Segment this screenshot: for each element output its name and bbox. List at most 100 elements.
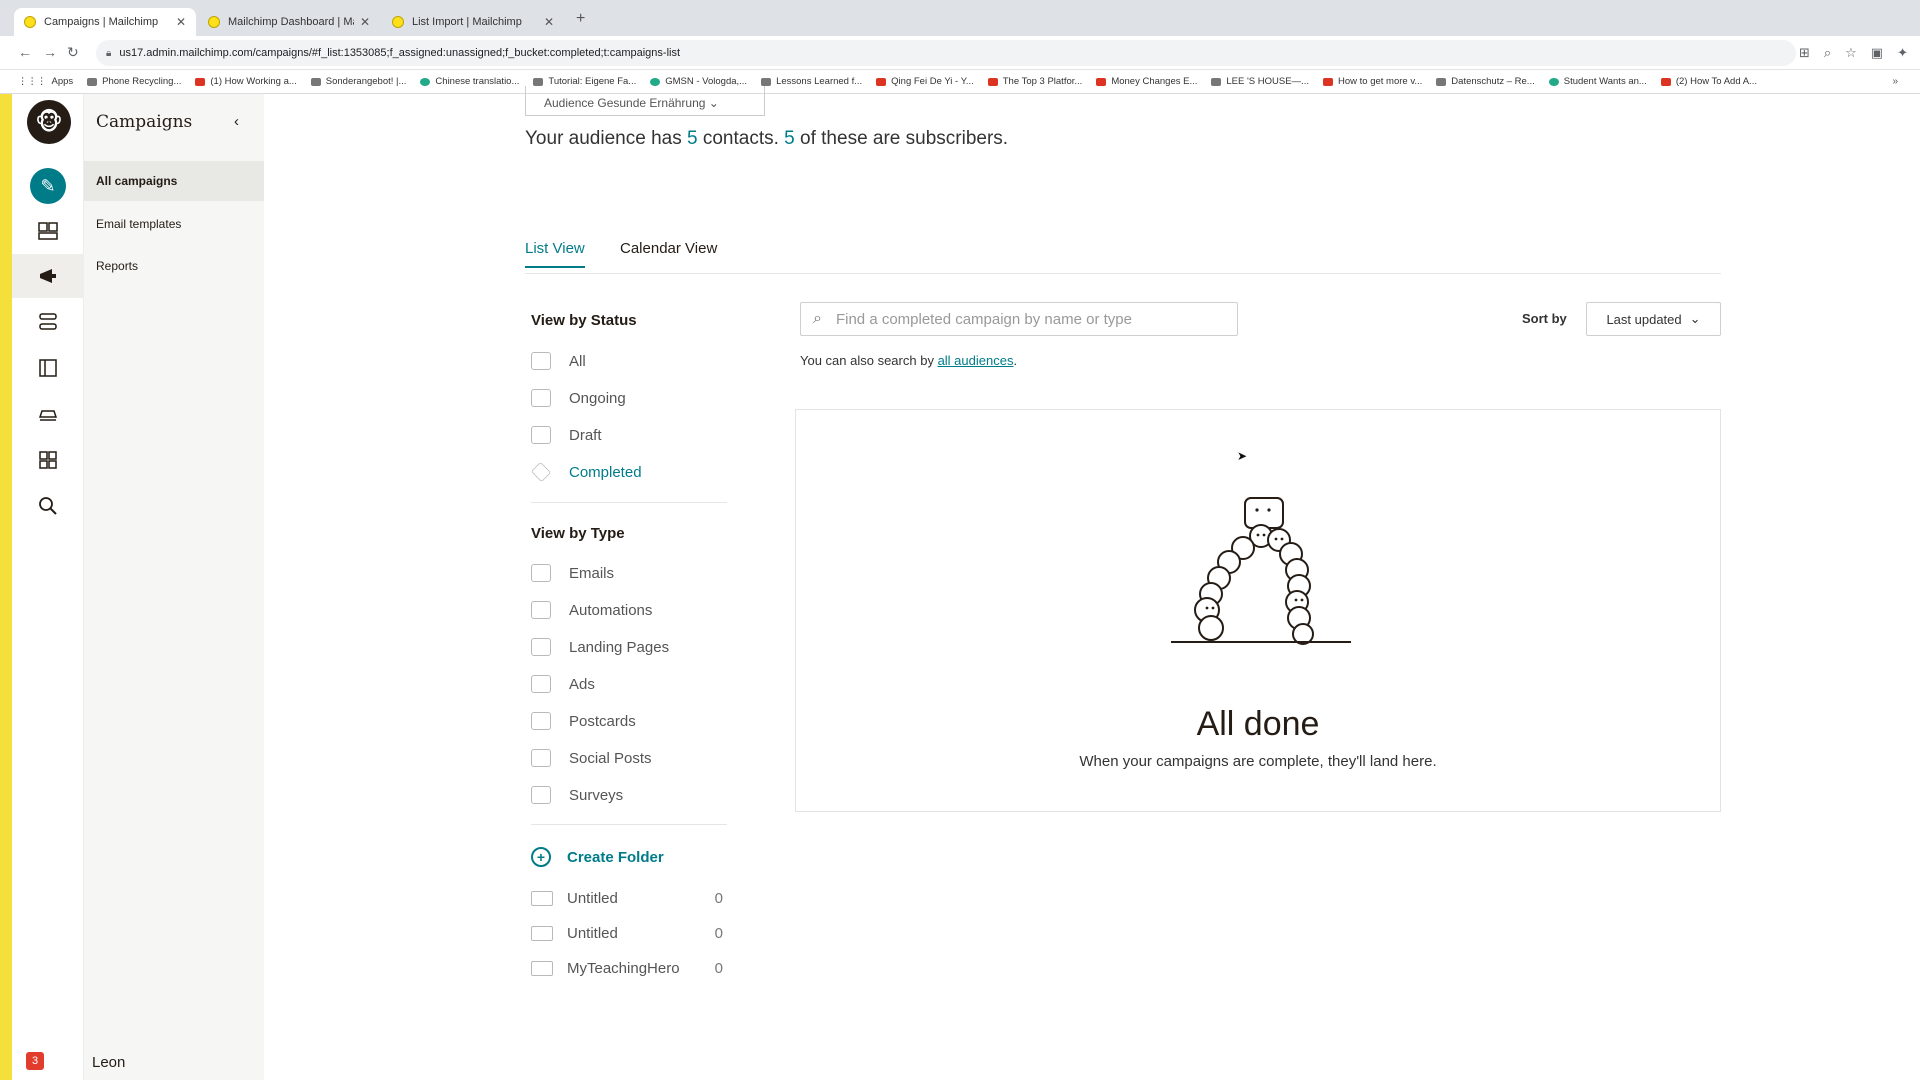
all-icon xyxy=(531,352,551,370)
bookmark-item[interactable]: Sonderangebot! |... xyxy=(310,76,406,87)
bookmark-item[interactable]: The Top 3 Platfor... xyxy=(987,76,1082,87)
bookmark-item[interactable]: (1) How Working a... xyxy=(195,76,297,87)
extension-icon[interactable]: ▣ xyxy=(1871,45,1883,61)
survey-icon xyxy=(531,786,551,804)
type-filter-emails[interactable]: Emails xyxy=(531,562,614,584)
notification-badge[interactable]: 3 xyxy=(26,1052,44,1070)
bookmarks-bar: ⋮⋮⋮ Apps Phone Recycling... (1) How Worki… xyxy=(0,70,1920,94)
website-nav-button[interactable] xyxy=(12,346,84,390)
folder-icon xyxy=(531,960,553,976)
subnav-item-all-campaigns[interactable]: All campaigns xyxy=(84,161,264,201)
back-arrow-icon[interactable]: ← xyxy=(18,44,32,60)
status-filter-heading: View by Status xyxy=(531,312,637,329)
search-icon xyxy=(39,497,57,515)
translate-icon[interactable]: ⊞ xyxy=(1799,45,1810,61)
view-tabs: List View Calendar View xyxy=(525,240,1721,274)
tab-calendar-view[interactable]: Calendar View xyxy=(620,240,717,266)
content-studio-nav-button[interactable] xyxy=(12,392,84,436)
type-filter-landing-pages[interactable]: Landing Pages xyxy=(531,636,669,658)
user-name[interactable]: Leon xyxy=(92,1054,125,1071)
address-bar[interactable]: 🔒︎ us17.admin.mailchimp.com/campaigns/#f… xyxy=(96,40,1796,66)
icon-rail: 🐵︎ ✎ 3 xyxy=(12,94,84,1080)
folder-count: 0 xyxy=(714,959,723,977)
browser-extension-icons: ⊞ ⌕ ☆ ▣ ✦ xyxy=(1799,45,1908,61)
folder-item[interactable]: Untitled 0 xyxy=(531,922,723,944)
campaigns-nav-button[interactable] xyxy=(12,254,84,298)
bookmark-item[interactable]: Student Wants an... xyxy=(1548,76,1647,87)
close-icon[interactable]: ✕ xyxy=(176,15,186,29)
subnav-title: Campaigns xyxy=(96,112,193,132)
bookmark-item[interactable]: Phone Recycling... xyxy=(87,76,181,87)
forward-arrow-icon[interactable]: → xyxy=(43,44,57,60)
bookmark-item[interactable]: Qing Fei De Yi - Y... xyxy=(876,76,974,87)
empty-state-panel: All done When your campaigns are complet… xyxy=(795,409,1721,812)
star-icon[interactable]: ☆ xyxy=(1845,45,1857,61)
tab-title: List Import | Mailchimp xyxy=(412,16,522,28)
browser-tab-bar: Campaigns | Mailchimp ✕ Mailchimp Dashbo… xyxy=(0,0,1920,36)
subnav-item-reports[interactable]: Reports xyxy=(84,246,264,286)
bookmark-item[interactable]: Datenschutz – Re... xyxy=(1436,76,1535,87)
sort-select[interactable]: Last updated ⌄ xyxy=(1586,302,1721,336)
campaign-search-input[interactable]: ⌕ Find a completed campaign by name or t… xyxy=(800,302,1238,336)
bookmark-item[interactable]: Lessons Learned f... xyxy=(761,76,862,87)
type-filter-surveys[interactable]: Surveys xyxy=(531,784,623,806)
chevron-down-icon: ⌄ xyxy=(1689,311,1701,326)
bookmark-icon xyxy=(420,77,431,86)
automations-nav-button[interactable] xyxy=(12,300,84,344)
folder-count: 0 xyxy=(714,889,723,907)
check-icon xyxy=(530,461,552,483)
more-bookmarks-icon[interactable]: » xyxy=(1892,76,1898,87)
bookmark-item[interactable]: Chinese translatio... xyxy=(420,76,519,87)
folder-icon xyxy=(531,925,553,941)
type-filter-social-posts[interactable]: Social Posts xyxy=(531,747,652,769)
browser-tab-campaigns[interactable]: Campaigns | Mailchimp ✕ xyxy=(14,8,196,36)
bookmark-icon xyxy=(761,77,772,86)
mailchimp-favicon-icon xyxy=(24,16,36,28)
reload-icon[interactable]: ↻ xyxy=(67,44,79,61)
create-button[interactable]: ✎ xyxy=(12,164,84,208)
all-audiences-link[interactable]: all audiences xyxy=(938,353,1014,368)
audience-selector[interactable]: Audience Gesunde Ernährung ⌄ xyxy=(525,86,765,116)
search-nav-button[interactable] xyxy=(12,484,84,528)
status-filter-ongoing[interactable]: Ongoing xyxy=(531,387,626,409)
subnav-item-email-templates[interactable]: Email templates xyxy=(84,204,264,244)
integrations-nav-button[interactable] xyxy=(12,438,84,482)
chevron-down-icon: ⌄ xyxy=(708,96,719,110)
mailchimp-logo-icon[interactable]: 🐵︎ xyxy=(27,100,71,144)
bookmark-item[interactable]: How to get more v... xyxy=(1322,76,1422,87)
tab-title: Mailchimp Dashboard | Mailchi... xyxy=(228,16,354,28)
bookmark-item[interactable]: (2) How To Add A... xyxy=(1660,76,1757,87)
bookmark-apps[interactable]: ⋮⋮⋮ Apps xyxy=(18,76,73,87)
status-filter-draft[interactable]: Draft xyxy=(531,424,602,446)
ongoing-icon xyxy=(531,389,551,407)
puzzle-icon[interactable]: ✦ xyxy=(1897,45,1908,61)
plus-circle-icon: + xyxy=(531,847,551,867)
bookmark-icon xyxy=(87,77,98,86)
type-filter-automations[interactable]: Automations xyxy=(531,599,652,621)
bookmark-item[interactable]: Money Changes E... xyxy=(1096,76,1197,87)
zoom-icon[interactable]: ⌕ xyxy=(1824,45,1831,61)
create-folder-button[interactable]: + Create Folder xyxy=(531,847,664,867)
tab-list-view[interactable]: List View xyxy=(525,240,585,268)
search-placeholder: Find a completed campaign by name or typ… xyxy=(835,310,1132,328)
folder-item[interactable]: Untitled 0 xyxy=(531,887,723,909)
type-filter-ads[interactable]: Ads xyxy=(531,673,595,695)
campaigns-subnav: Campaigns ‹ All campaigns Email template… xyxy=(84,94,264,1080)
bookmark-icon xyxy=(1211,77,1222,86)
browser-tab-list-import[interactable]: List Import | Mailchimp ✕ xyxy=(382,8,564,36)
new-tab-icon[interactable]: + xyxy=(576,10,585,28)
chevron-left-icon[interactable]: ‹ xyxy=(234,113,239,130)
type-filter-postcards[interactable]: Postcards xyxy=(531,710,636,732)
stacked-faces-arch-illustration xyxy=(1171,497,1351,645)
close-icon[interactable]: ✕ xyxy=(360,15,370,29)
browser-tab-dashboard[interactable]: Mailchimp Dashboard | Mailchi... ✕ xyxy=(198,8,380,36)
bookmark-item[interactable]: LEE 'S HOUSE—... xyxy=(1211,76,1309,87)
status-filter-all[interactable]: All xyxy=(531,350,586,372)
envelope-icon xyxy=(531,564,551,582)
bookmark-icon xyxy=(310,77,321,86)
youtube-icon xyxy=(195,77,206,86)
status-filter-completed[interactable]: Completed xyxy=(530,461,642,483)
folder-item[interactable]: MyTeachingHero 0 xyxy=(531,957,723,979)
close-icon[interactable]: ✕ xyxy=(544,15,554,29)
audience-nav-button[interactable] xyxy=(12,208,84,252)
